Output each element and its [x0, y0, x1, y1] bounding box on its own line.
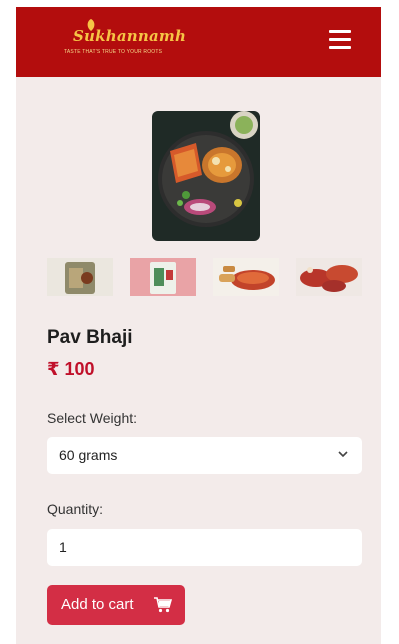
logo-tagline: TASTE THAT'S TRUE TO YOUR ROOTS	[64, 49, 163, 55]
site-header: Sukhannamh TASTE THAT'S TRUE TO YOUR ROO…	[16, 7, 381, 77]
quantity-label: Quantity:	[47, 501, 104, 517]
thumbnail-product-pack-pink[interactable]	[130, 258, 196, 296]
hamburger-menu-icon[interactable]	[329, 29, 351, 49]
quantity-field[interactable]	[47, 529, 362, 566]
product-title: Pav Bhaji	[47, 327, 133, 348]
add-to-cart-button[interactable]: Add to cart	[47, 585, 185, 625]
weight-select[interactable]: 60 grams	[47, 437, 362, 474]
add-to-cart-label: Add to cart	[61, 596, 134, 613]
weight-selected-value: 60 grams	[59, 447, 118, 463]
thumbnail-pav-bhaji-spread[interactable]	[296, 258, 362, 296]
chevron-down-icon	[338, 451, 348, 458]
quantity-input[interactable]	[59, 539, 339, 555]
product-page: Sukhannamh TASTE THAT'S TRUE TO YOUR ROO…	[16, 7, 381, 644]
select-weight-label: Select Weight:	[47, 410, 138, 426]
thumbnail-pav-bhaji-dish[interactable]	[213, 258, 279, 296]
shopping-cart-icon	[154, 597, 172, 613]
brand-logo[interactable]: Sukhannamh TASTE THAT'S TRUE TO YOUR ROO…	[61, 19, 186, 65]
thumbnail-product-pack[interactable]	[47, 258, 113, 296]
logo-text: Sukhannamh	[73, 27, 187, 45]
product-price: ₹ 100	[47, 359, 95, 379]
main-product-image	[152, 111, 260, 241]
